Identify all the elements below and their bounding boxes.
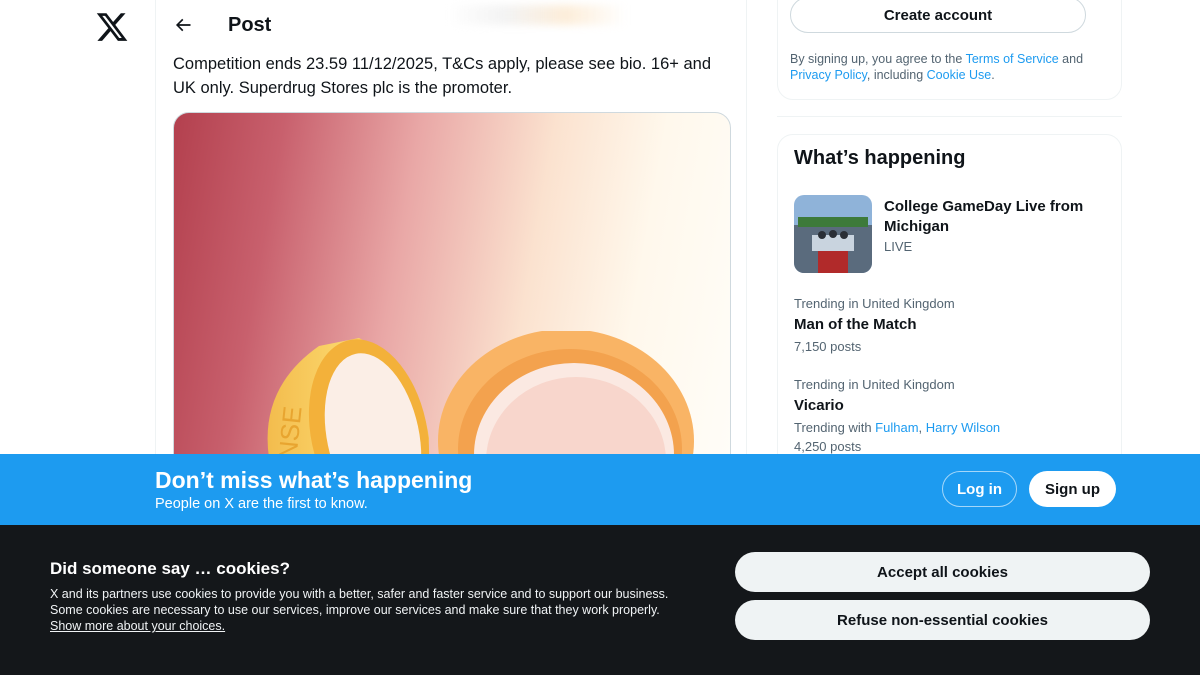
post-media-image[interactable]: CLEANSE [173,112,731,472]
trend-related-link[interactable]: Fulham [875,420,918,435]
trend-meta: Trending in United Kingdom [794,377,955,392]
trend-count: 4,250 posts [794,439,862,454]
page-title: Post [228,14,272,36]
trend-item[interactable]: Trending in United Kingdom Man of the Ma… [794,295,1114,355]
cookie-body: X and its partners use cookies to provid… [50,587,669,617]
back-button[interactable] [168,10,198,40]
x-logo-icon[interactable] [95,10,129,44]
create-account-button[interactable]: Create account [790,0,1086,33]
header-blurred-content [446,5,626,25]
signup-note-and: and [1058,52,1084,66]
cleanser-jar-right [438,331,694,471]
trend-related-sep: , [918,420,926,435]
cleanser-jar-left: CLEANSE [265,338,430,471]
trend-item[interactable]: Trending in United Kingdom Vicario Trend… [794,376,1114,455]
trending-event[interactable]: College GameDay Live from Michigan LIVE [794,195,1114,275]
cookie-consent-bar: Did someone say … cookies? X and its par… [0,525,1200,675]
trend-related: Trending with Fulham, Harry Wilson [794,419,1114,436]
event-status: LIVE [884,239,913,254]
arrow-left-icon [175,18,191,32]
accept-cookies-button[interactable]: Accept all cookies [735,552,1150,592]
refuse-cookies-button[interactable]: Refuse non-essential cookies [735,600,1150,640]
cookie-choices-link[interactable]: Show more about your choices. [50,619,225,633]
privacy-policy-link[interactable]: Privacy Policy [790,68,867,82]
terms-of-service-link[interactable]: Terms of Service [966,52,1059,66]
whats-happening-title: What’s happening [794,147,966,169]
cookie-text: X and its partners use cookies to provid… [50,586,680,634]
signup-legal-note: By signing up, you agree to the Terms of… [790,51,1110,83]
banner-subtitle: People on X are the first to know. [155,496,368,512]
signup-button[interactable]: Sign up [1029,471,1116,507]
event-thumbnail [794,195,872,273]
trend-related-link[interactable]: Harry Wilson [926,420,1000,435]
trend-name: Vicario [794,397,844,414]
cookie-title: Did someone say … cookies? [50,559,290,578]
trend-count: 7,150 posts [794,339,862,354]
signup-note-period: . [991,68,995,82]
signup-card: Create account By signing up, you agree … [777,0,1122,100]
trend-name: Man of the Match [794,316,917,333]
post-header: Post [156,0,746,53]
whats-happening-card: What’s happening College GameDay Live fr… [777,134,1122,474]
banner-title: Don’t miss what’s happening [155,467,473,493]
trend-meta: Trending in United Kingdom [794,296,955,311]
event-title: College GameDay Live from Michigan [884,198,1084,235]
cookie-use-link[interactable]: Cookie Use [927,68,992,82]
signup-note-text: By signing up, you agree to the [790,52,966,66]
post-text: Competition ends 23.59 11/12/2025, T&Cs … [173,55,711,97]
signup-banner: Don’t miss what’s happening People on X … [0,454,1200,525]
signup-note-including: , including [866,68,927,82]
trend-related-prefix: Trending with [794,420,876,435]
login-button[interactable]: Log in [942,471,1017,507]
divider [777,116,1122,117]
